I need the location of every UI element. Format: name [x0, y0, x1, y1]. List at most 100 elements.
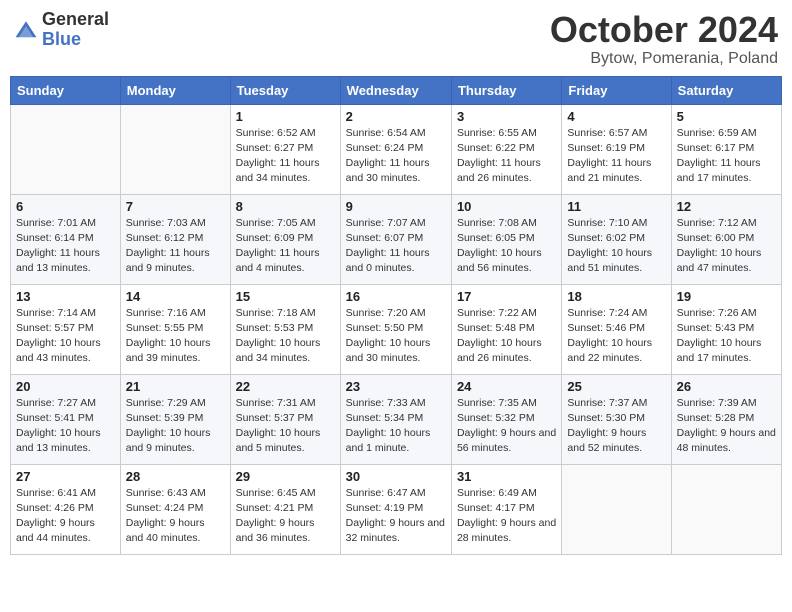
day-number: 17 [457, 289, 556, 304]
day-number: 30 [346, 469, 446, 484]
day-info: Sunrise: 7:12 AMSunset: 6:00 PMDaylight:… [677, 216, 776, 277]
day-number: 14 [126, 289, 225, 304]
day-info: Sunrise: 7:24 AMSunset: 5:46 PMDaylight:… [567, 306, 665, 367]
calendar-cell: 31 Sunrise: 6:49 AMSunset: 4:17 PMDayligh… [451, 464, 561, 554]
calendar-cell: 13Sunrise: 7:14 AMSunset: 5:57 PMDayligh… [11, 284, 121, 374]
day-number: 19 [677, 289, 776, 304]
calendar-cell: 6 Sunrise: 7:01 AMSunset: 6:14 PMDaylight… [11, 194, 121, 284]
calendar-cell: 21 Sunrise: 7:29 AMSunset: 5:39 PMDayligh… [120, 374, 230, 464]
day-number: 7 [126, 199, 225, 214]
day-info: Sunrise: 7:18 AMSunset: 5:53 PMDaylight:… [236, 306, 335, 367]
day-info: Sunrise: 6:59 AMSunset: 6:17 PMDaylight:… [677, 126, 776, 187]
day-info: Sunrise: 7:31 AMSunset: 5:37 PMDaylight:… [236, 396, 335, 457]
calendar-cell: 24 Sunrise: 7:35 AMSunset: 5:32 PMDayligh… [451, 374, 561, 464]
weekday-header: Tuesday [230, 76, 340, 104]
calendar-cell: 22 Sunrise: 7:31 AMSunset: 5:37 PMDayligh… [230, 374, 340, 464]
calendar-week-row: 13Sunrise: 7:14 AMSunset: 5:57 PMDayligh… [11, 284, 782, 374]
day-info: Sunrise: 7:05 AMSunset: 6:09 PMDaylight:… [236, 216, 335, 277]
day-info: Sunrise: 7:22 AMSunset: 5:48 PMDaylight:… [457, 306, 556, 367]
day-number: 15 [236, 289, 335, 304]
calendar-cell: 27 Sunrise: 6:41 AMSunset: 4:26 PMDayligh… [11, 464, 121, 554]
calendar-week-row: 1Sunrise: 6:52 AMSunset: 6:27 PMDaylight… [11, 104, 782, 194]
day-number: 9 [346, 199, 446, 214]
day-number: 10 [457, 199, 556, 214]
logo-general-text: General [42, 10, 109, 30]
day-number: 21 [126, 379, 225, 394]
day-number: 25 [567, 379, 665, 394]
calendar-cell: 23 Sunrise: 7:33 AMSunset: 5:34 PMDayligh… [340, 374, 451, 464]
calendar-cell: 30 Sunrise: 6:47 AMSunset: 4:19 PMDayligh… [340, 464, 451, 554]
calendar-cell: 8 Sunrise: 7:05 AMSunset: 6:09 PMDaylight… [230, 194, 340, 284]
day-info: Sunrise: 7:10 AMSunset: 6:02 PMDaylight:… [567, 216, 665, 277]
day-number: 23 [346, 379, 446, 394]
day-info: Sunrise: 7:16 AMSunset: 5:55 PMDaylight:… [126, 306, 225, 367]
calendar-week-row: 27 Sunrise: 6:41 AMSunset: 4:26 PMDayligh… [11, 464, 782, 554]
logo-icon [14, 18, 38, 42]
weekday-header: Thursday [451, 76, 561, 104]
title-area: October 2024 Bytow, Pomerania, Poland [550, 10, 778, 68]
day-number: 22 [236, 379, 335, 394]
calendar-table: SundayMondayTuesdayWednesdayThursdayFrid… [10, 76, 782, 555]
day-number: 11 [567, 199, 665, 214]
day-number: 29 [236, 469, 335, 484]
day-number: 27 [16, 469, 115, 484]
day-info: Sunrise: 6:41 AMSunset: 4:26 PMDaylight:… [16, 486, 115, 547]
calendar-cell: 9Sunrise: 7:07 AMSunset: 6:07 PMDaylight… [340, 194, 451, 284]
calendar-cell: 18Sunrise: 7:24 AMSunset: 5:46 PMDayligh… [562, 284, 671, 374]
logo: General Blue [14, 10, 109, 50]
calendar-cell: 10 Sunrise: 7:08 AMSunset: 6:05 PMDayligh… [451, 194, 561, 284]
day-info: Sunrise: 7:27 AMSunset: 5:41 PMDaylight:… [16, 396, 115, 457]
day-info: Sunrise: 7:37 AMSunset: 5:30 PMDaylight:… [567, 396, 665, 457]
day-info: Sunrise: 7:33 AMSunset: 5:34 PMDaylight:… [346, 396, 446, 457]
calendar-cell: 3 Sunrise: 6:55 AMSunset: 6:22 PMDaylight… [451, 104, 561, 194]
calendar-cell: 28 Sunrise: 6:43 AMSunset: 4:24 PMDayligh… [120, 464, 230, 554]
page-header: General Blue October 2024 Bytow, Pomeran… [10, 10, 782, 68]
day-number: 12 [677, 199, 776, 214]
calendar-cell [120, 104, 230, 194]
day-info: Sunrise: 7:29 AMSunset: 5:39 PMDaylight:… [126, 396, 225, 457]
day-info: Sunrise: 6:49 AMSunset: 4:17 PMDaylight:… [457, 486, 556, 547]
day-info: Sunrise: 6:54 AMSunset: 6:24 PMDaylight:… [346, 126, 446, 187]
day-number: 5 [677, 109, 776, 124]
day-info: Sunrise: 6:55 AMSunset: 6:22 PMDaylight:… [457, 126, 556, 187]
weekday-header: Sunday [11, 76, 121, 104]
day-info: Sunrise: 7:35 AMSunset: 5:32 PMDaylight:… [457, 396, 556, 457]
calendar-cell: 19 Sunrise: 7:26 AMSunset: 5:43 PMDayligh… [671, 284, 781, 374]
day-info: Sunrise: 7:26 AMSunset: 5:43 PMDaylight:… [677, 306, 776, 367]
day-info: Sunrise: 6:43 AMSunset: 4:24 PMDaylight:… [126, 486, 225, 547]
day-number: 3 [457, 109, 556, 124]
day-info: Sunrise: 7:01 AMSunset: 6:14 PMDaylight:… [16, 216, 115, 277]
calendar-cell: 15 Sunrise: 7:18 AMSunset: 5:53 PMDayligh… [230, 284, 340, 374]
day-number: 24 [457, 379, 556, 394]
calendar-cell: 16 Sunrise: 7:20 AMSunset: 5:50 PMDayligh… [340, 284, 451, 374]
day-number: 16 [346, 289, 446, 304]
day-number: 26 [677, 379, 776, 394]
calendar-cell: 1Sunrise: 6:52 AMSunset: 6:27 PMDaylight… [230, 104, 340, 194]
day-number: 20 [16, 379, 115, 394]
day-info: Sunrise: 6:47 AMSunset: 4:19 PMDaylight:… [346, 486, 446, 547]
day-info: Sunrise: 7:20 AMSunset: 5:50 PMDaylight:… [346, 306, 446, 367]
calendar-cell: 4Sunrise: 6:57 AMSunset: 6:19 PMDaylight… [562, 104, 671, 194]
calendar-cell: 12 Sunrise: 7:12 AMSunset: 6:00 PMDayligh… [671, 194, 781, 284]
day-info: Sunrise: 7:03 AMSunset: 6:12 PMDaylight:… [126, 216, 225, 277]
weekday-header: Saturday [671, 76, 781, 104]
day-number: 8 [236, 199, 335, 214]
calendar-cell: 11 Sunrise: 7:10 AMSunset: 6:02 PMDayligh… [562, 194, 671, 284]
weekday-header-row: SundayMondayTuesdayWednesdayThursdayFrid… [11, 76, 782, 104]
day-info: Sunrise: 7:08 AMSunset: 6:05 PMDaylight:… [457, 216, 556, 277]
calendar-week-row: 20 Sunrise: 7:27 AMSunset: 5:41 PMDayligh… [11, 374, 782, 464]
day-number: 6 [16, 199, 115, 214]
calendar-cell [11, 104, 121, 194]
calendar-cell [562, 464, 671, 554]
calendar-cell: 26Sunrise: 7:39 AMSunset: 5:28 PMDayligh… [671, 374, 781, 464]
day-number: 2 [346, 109, 446, 124]
day-number: 31 [457, 469, 556, 484]
day-number: 1 [236, 109, 335, 124]
day-info: Sunrise: 7:14 AMSunset: 5:57 PMDaylight:… [16, 306, 115, 367]
weekday-header: Monday [120, 76, 230, 104]
month-title: October 2024 [550, 10, 778, 50]
day-info: Sunrise: 6:57 AMSunset: 6:19 PMDaylight:… [567, 126, 665, 187]
day-number: 28 [126, 469, 225, 484]
calendar-cell: 14 Sunrise: 7:16 AMSunset: 5:55 PMDayligh… [120, 284, 230, 374]
calendar-cell: 5 Sunrise: 6:59 AMSunset: 6:17 PMDaylight… [671, 104, 781, 194]
